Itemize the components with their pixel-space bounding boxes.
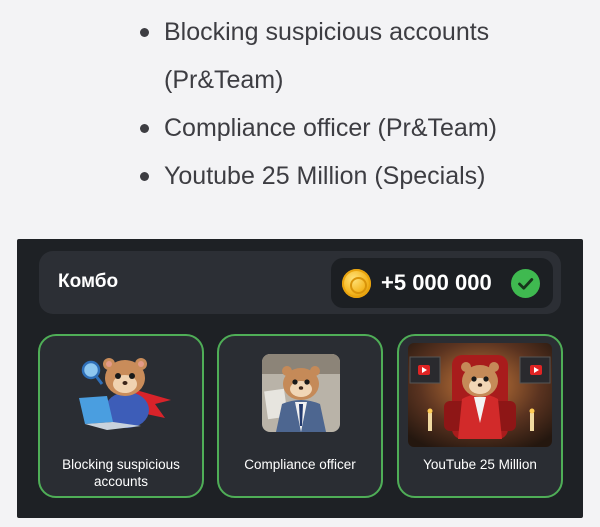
hamster-hero-laptop-image [67, 348, 177, 438]
combo-header: Комбо +5 000 000 [39, 251, 561, 314]
gold-coin-icon [342, 269, 371, 298]
hamster-office-suit-image [262, 354, 340, 432]
card-label: Blocking suspicious accounts [62, 457, 180, 489]
card-label: YouTube 25 Million [423, 457, 537, 472]
bullet-item: Youtube 25 Million (Specials) [137, 152, 577, 200]
check-icon [518, 278, 534, 290]
card-label: Compliance officer [244, 457, 356, 472]
bullet-list: Blocking suspicious accounts (Pr&Team) C… [137, 8, 577, 200]
check-circle-icon [511, 269, 540, 298]
bullet-item: Blocking suspicious accounts (Pr&Team) [137, 8, 577, 104]
combo-title: Комбо [58, 271, 119, 292]
bullet-dot [140, 28, 149, 37]
hamster-red-suit-throne-image [408, 343, 552, 447]
combo-card-compliance[interactable]: Compliance officer [217, 334, 383, 498]
combo-reward-value: +5 000 000 [381, 270, 492, 295]
bullet-item: Compliance officer (Pr&Team) [137, 104, 577, 152]
combo-reward-pill: +5 000 000 [331, 258, 553, 308]
combo-card-blocking[interactable]: Blocking suspicious accounts [38, 334, 204, 498]
bullet-dot [140, 124, 149, 133]
combo-panel: Комбо +5 000 000 Blocking suspicious acc… [17, 239, 583, 518]
bullet-dot [140, 172, 149, 181]
combo-card-youtube[interactable]: YouTube 25 Million [397, 334, 563, 498]
bullet-text: Blocking suspicious accounts (Pr&Team) [164, 18, 490, 94]
bullet-text: Compliance officer (Pr&Team) [164, 114, 497, 142]
bullet-text: Youtube 25 Million (Specials) [164, 162, 486, 190]
